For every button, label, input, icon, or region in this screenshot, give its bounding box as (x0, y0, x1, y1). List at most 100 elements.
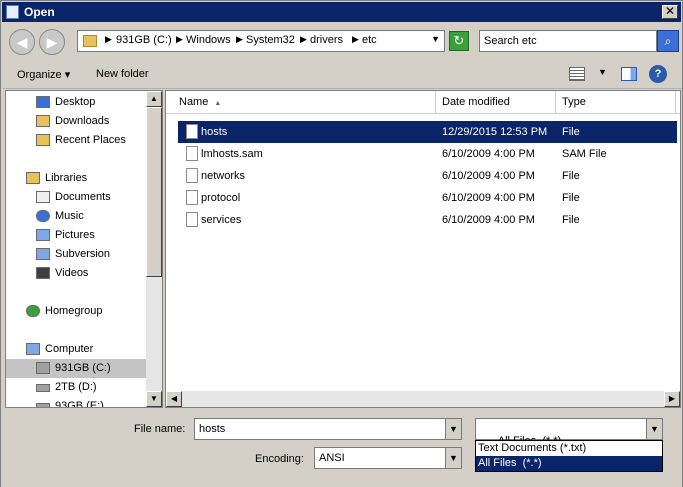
file-row-networks[interactable]: networks 6/10/2009 4:00 PM File (178, 165, 677, 187)
search-input[interactable]: Search etc (479, 30, 657, 52)
breadcrumb-arrow-icon[interactable]: ▶ (105, 34, 112, 45)
sidebar-item-libraries[interactable]: Libraries (6, 169, 148, 188)
sidebar-item-videos[interactable]: Videos (6, 264, 148, 283)
sidebar-item-label: Downloads (55, 115, 110, 127)
sidebar-item-label: Homegroup (45, 305, 103, 317)
scroll-down-button[interactable]: ▼ (146, 391, 162, 407)
column-header-date[interactable]: Date modified (436, 91, 556, 114)
documents-icon (36, 191, 50, 203)
subversion-icon (36, 248, 50, 260)
chevron-down-icon[interactable]: ▼ (445, 419, 461, 439)
views-icon[interactable] (569, 67, 585, 81)
file-type-select[interactable]: All Files (*.*) ▼ (475, 418, 663, 447)
chevron-down-icon[interactable]: ▼ (598, 67, 607, 77)
music-icon (36, 210, 50, 222)
breadcrumb-arrow-icon[interactable]: ▶ (176, 34, 183, 45)
notepad-icon (6, 5, 19, 19)
file-type-option[interactable]: Text Documents (*.txt) (476, 441, 662, 456)
sidebar-item-label: Videos (55, 267, 89, 279)
file-name-label: File name: (134, 423, 186, 435)
sort-ascending-icon: ▲ (214, 100, 222, 107)
scroll-up-button[interactable]: ▲ (146, 91, 162, 107)
file-type: SAM File (562, 148, 607, 160)
file-name-value[interactable]: hosts (199, 423, 225, 435)
close-button[interactable]: ✕ (662, 5, 678, 19)
file-type: File (562, 192, 580, 204)
file-list-scrollbar[interactable]: ◀ ▶ (166, 391, 680, 407)
sidebar-item-downloads[interactable]: Downloads (6, 112, 148, 131)
sidebar-item-computer[interactable]: Computer (6, 340, 148, 359)
sidebar-item-label: Desktop (55, 96, 96, 108)
organize-button[interactable]: Organize ▾ (17, 68, 70, 81)
back-button[interactable]: ◀ (9, 29, 35, 55)
file-row-hosts[interactable]: hosts 12/29/2015 12:53 PM File (178, 121, 677, 143)
breadcrumb-segment[interactable]: etc (362, 34, 377, 46)
window-title: Open (24, 5, 55, 19)
preview-pane-icon[interactable] (621, 67, 637, 81)
search-icon[interactable]: ⌕ (657, 30, 679, 52)
file-row-protocol[interactable]: protocol 6/10/2009 4:00 PM File (178, 187, 677, 209)
sidebar-item-label: 2TB (D:) (55, 381, 97, 393)
homegroup-icon (26, 305, 40, 317)
help-icon[interactable]: ? (649, 65, 667, 83)
chevron-down-icon[interactable]: ▼ (646, 419, 662, 439)
breadcrumb-arrow-icon[interactable]: ▶ (236, 34, 243, 45)
file-icon (186, 168, 198, 183)
column-header-label: Name (179, 96, 209, 108)
chevron-down-icon[interactable]: ▼ (431, 34, 440, 44)
scroll-right-button[interactable]: ▶ (664, 391, 680, 407)
file-icon (186, 190, 198, 205)
breadcrumb-segment[interactable]: drivers (310, 34, 343, 46)
scroll-thumb[interactable] (146, 107, 162, 277)
navigation-pane: Desktop Downloads Recent Places Librarie… (5, 90, 163, 408)
drive-icon (36, 362, 50, 374)
file-type-dropdown-list: Text Documents (*.txt) All Files (*.*) (475, 440, 663, 472)
file-date: 12/29/2015 12:53 PM (442, 126, 548, 138)
breadcrumb-segment[interactable]: 931GB (C:) (116, 34, 172, 46)
new-folder-button[interactable]: New folder (96, 68, 149, 80)
forward-button[interactable]: ▶ (39, 29, 65, 55)
file-icon (186, 124, 198, 139)
sidebar-item-label: Libraries (45, 172, 88, 184)
sidebar-item-recent-places[interactable]: Recent Places (6, 131, 148, 150)
sidebar-item-pictures[interactable]: Pictures (6, 226, 148, 245)
sidebar-item-drive-d[interactable]: 2TB (D:) (6, 378, 148, 397)
chevron-down-icon[interactable]: ▼ (445, 448, 461, 468)
sidebar-item-label: 93GB (E:) (55, 400, 104, 408)
file-name: lmhosts.sam (201, 148, 263, 160)
sidebar-item-drive-e[interactable]: 93GB (E:) (6, 397, 148, 408)
file-date: 6/10/2009 4:00 PM (442, 170, 535, 182)
drive-icon (36, 403, 50, 407)
breadcrumb-arrow-icon[interactable]: ▶ (300, 34, 307, 45)
sidebar-item-drive-c[interactable]: 931GB (C:) (6, 359, 148, 378)
breadcrumb-segment[interactable]: Windows (186, 34, 231, 46)
sidebar-item-desktop[interactable]: Desktop (6, 93, 148, 112)
sidebar-scrollbar[interactable]: ▲ ▼ (146, 91, 162, 407)
scroll-left-button[interactable]: ◀ (166, 391, 182, 407)
breadcrumb[interactable]: ▶ 931GB (C:) ▶ Windows ▶ System32 ▶ driv… (77, 30, 445, 52)
file-row-lmhosts[interactable]: lmhosts.sam 6/10/2009 4:00 PM SAM File (178, 143, 677, 165)
sidebar-item-label: Music (55, 210, 84, 222)
sidebar-item-homegroup[interactable]: Homegroup (6, 302, 148, 321)
file-type-option[interactable]: All Files (*.*) (476, 456, 662, 471)
file-name-field[interactable]: hosts ▼ (194, 418, 462, 440)
refresh-button[interactable]: ↻ (449, 31, 469, 51)
file-type: File (562, 126, 580, 138)
title-bar[interactable]: Open ✕ (2, 2, 681, 22)
column-headers: Name ▲ Date modified Type (166, 91, 680, 114)
breadcrumb-segment[interactable]: System32 (246, 34, 295, 46)
dialog-footer: File name: hosts ▼ All Files (*.*) ▼ Tex… (1, 409, 682, 487)
sidebar-item-music[interactable]: Music (6, 207, 148, 226)
column-header-name[interactable]: Name ▲ (166, 91, 436, 114)
sidebar-item-documents[interactable]: Documents (6, 188, 148, 207)
encoding-value[interactable]: ANSI (319, 452, 345, 464)
file-row-services[interactable]: services 6/10/2009 4:00 PM File (178, 209, 677, 231)
breadcrumb-arrow-icon[interactable]: ▶ (352, 34, 359, 45)
file-name: hosts (201, 126, 228, 138)
column-header-type[interactable]: Type (556, 91, 676, 114)
sidebar-item-subversion[interactable]: Subversion (6, 245, 148, 264)
libraries-icon (26, 172, 40, 184)
encoding-select[interactable]: ANSI ▼ (314, 447, 462, 469)
videos-icon (36, 267, 50, 279)
file-date: 6/10/2009 4:00 PM (442, 214, 535, 226)
